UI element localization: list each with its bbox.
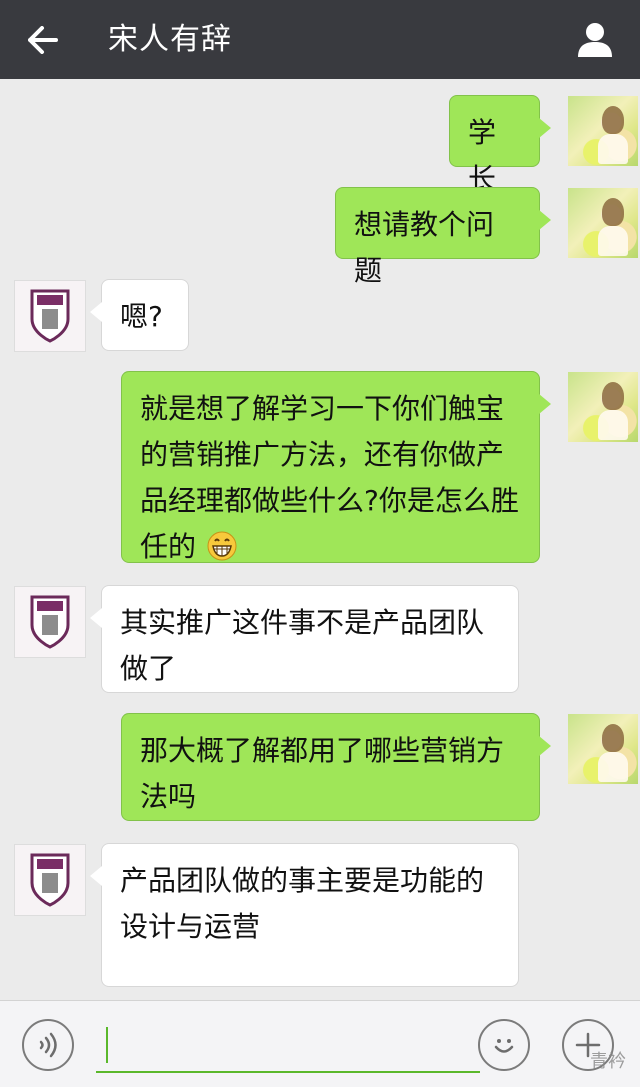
emoji-button[interactable] bbox=[478, 1019, 530, 1071]
message-me-2: 想请教个问题 bbox=[0, 185, 640, 287]
message-input[interactable] bbox=[96, 1023, 480, 1073]
message-line: 法吗 bbox=[140, 780, 197, 813]
bubble-other[interactable]: 其实推广这件事不是产品团队 做了 bbox=[90, 585, 519, 693]
message-line: 品经理都做些什么?你是怎么胜 bbox=[140, 484, 519, 517]
avatar-me[interactable] bbox=[568, 372, 638, 442]
bubble-other[interactable]: 嗯? bbox=[90, 279, 189, 351]
message-text: 想请教个问题 bbox=[354, 208, 495, 287]
message-other-2: 其实推广这件事不是产品团队 做了 bbox=[0, 583, 640, 695]
message-me-3: 就是想了解学习一下你们触宝 的营销推广方法，还有你做产 品经理都做些什么?你是怎… bbox=[0, 369, 640, 565]
voice-icon bbox=[39, 1032, 57, 1058]
message-line: 其实推广这件事不是产品团队 bbox=[120, 606, 485, 639]
avatar-other[interactable] bbox=[14, 280, 86, 352]
grinning-face-icon bbox=[207, 531, 237, 561]
avatar-me[interactable] bbox=[568, 188, 638, 258]
message-line: 产品团队做的事主要是功能的 bbox=[120, 864, 485, 897]
top-bar: 宋人有辞 bbox=[0, 0, 640, 79]
message-line: 就是想了解学习一下你们触宝 bbox=[140, 392, 505, 425]
profile-button[interactable] bbox=[570, 16, 620, 64]
message-line: 做了 bbox=[120, 652, 177, 685]
message-line-4: 任的 bbox=[140, 524, 521, 570]
person-icon bbox=[578, 23, 612, 57]
text-caret bbox=[106, 1027, 108, 1063]
avatar-me[interactable] bbox=[568, 96, 638, 166]
message-line: 的营销推广方法，还有你做产 bbox=[140, 438, 505, 471]
bubble-me[interactable]: 那大概了解都用了哪些营销方 法吗 bbox=[121, 713, 551, 821]
bubble-me[interactable]: 想请教个问题 bbox=[335, 187, 551, 287]
chat-title: 宋人有辞 bbox=[108, 22, 232, 57]
input-bar: 青衿 bbox=[0, 1000, 640, 1087]
smiley-icon bbox=[494, 1039, 514, 1053]
avatar-me[interactable] bbox=[568, 714, 638, 784]
message-me-4: 那大概了解都用了哪些营销方 法吗 bbox=[0, 711, 640, 823]
message-other-1: 嗯? bbox=[0, 277, 640, 353]
message-line: 任的 bbox=[140, 530, 197, 563]
avatar-other[interactable] bbox=[14, 844, 86, 916]
school-crest-icon bbox=[30, 595, 70, 649]
school-crest-icon bbox=[30, 289, 70, 343]
bubble-me[interactable]: 就是想了解学习一下你们触宝 的营销推广方法，还有你做产 品经理都做些什么?你是怎… bbox=[121, 371, 551, 563]
message-text: 学长 bbox=[468, 116, 497, 195]
bubble-other[interactable]: 产品团队做的事主要是功能的 设计与运营 bbox=[90, 843, 519, 987]
back-button[interactable] bbox=[18, 18, 68, 62]
watermark: 青衿 bbox=[590, 1051, 626, 1072]
avatar-other[interactable] bbox=[14, 586, 86, 658]
message-other-3: 产品团队做的事主要是功能的 设计与运营 bbox=[0, 841, 640, 989]
voice-button[interactable] bbox=[22, 1019, 74, 1071]
message-line: 设计与运营 bbox=[120, 910, 261, 943]
bubble-me[interactable]: 学长 bbox=[449, 95, 551, 195]
arrow-left-icon bbox=[28, 26, 58, 54]
message-line: 那大概了解都用了哪些营销方 bbox=[140, 734, 505, 767]
message-text: 嗯? bbox=[120, 300, 163, 333]
message-me-1: 学长 bbox=[0, 93, 640, 195]
school-crest-icon bbox=[30, 853, 70, 907]
